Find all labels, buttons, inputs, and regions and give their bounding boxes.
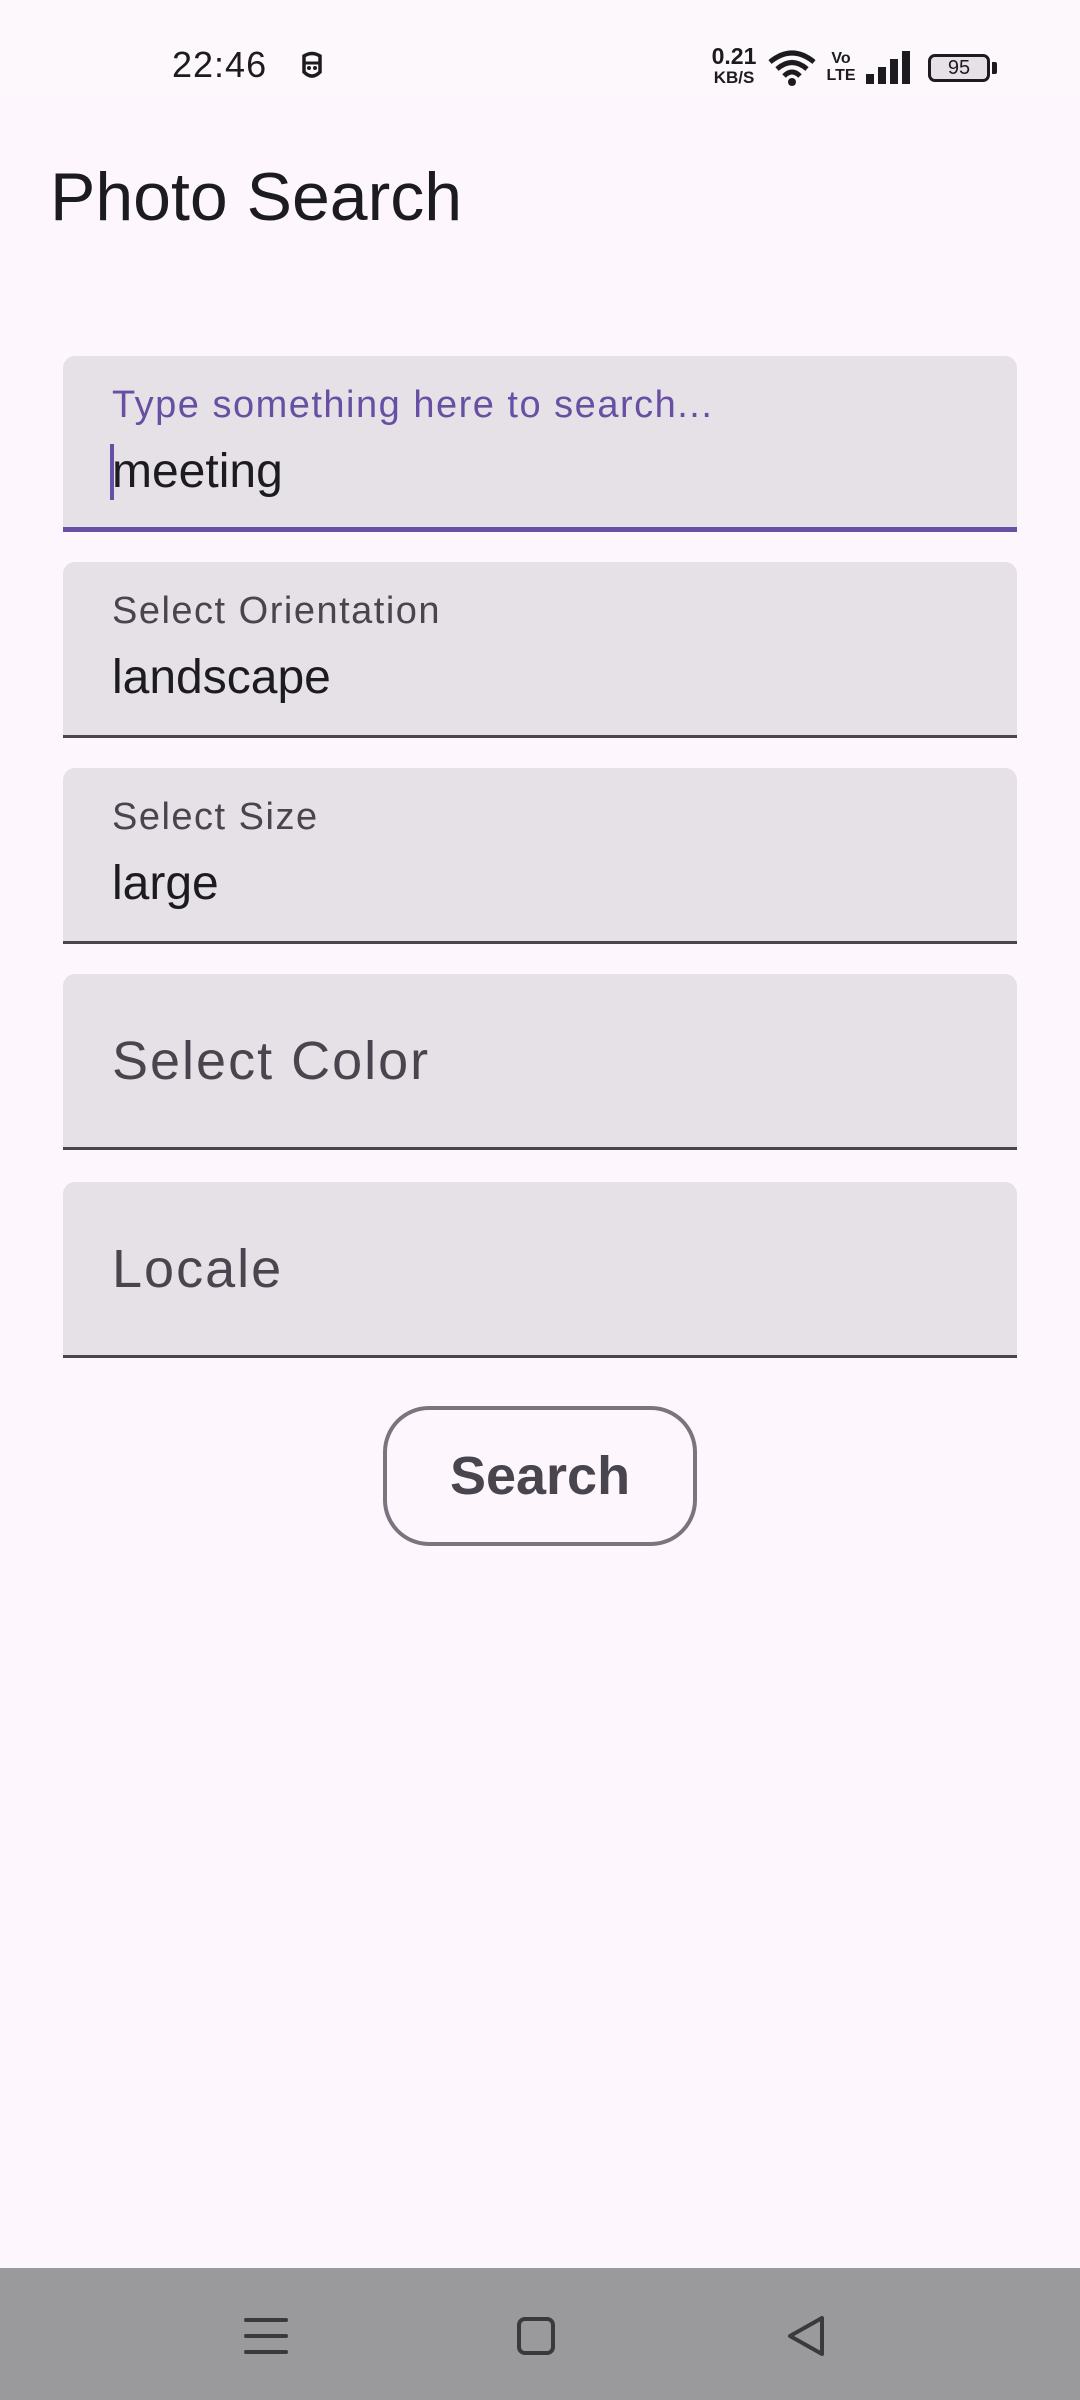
battery-tip	[992, 62, 997, 74]
orientation-dropdown[interactable]: Select Orientation landscape	[63, 562, 1017, 738]
volte-bottom: LTE	[826, 67, 856, 84]
volte-top: Vo	[831, 50, 851, 67]
page-title: Photo Search	[50, 159, 463, 235]
size-value: large	[112, 857, 219, 910]
volte-icon: Vo LTE	[826, 50, 856, 84]
home-icon[interactable]	[506, 2308, 566, 2364]
signal-icon	[864, 50, 914, 86]
search-button[interactable]: Search	[383, 1406, 697, 1546]
status-time: 22:46	[172, 44, 268, 85]
orientation-value: landscape	[112, 651, 331, 704]
color-dropdown[interactable]: Select Color	[63, 974, 1017, 1150]
search-field[interactable]: Type something here to search... meeting	[63, 356, 1017, 532]
color-label: Select Color	[112, 1031, 431, 1091]
locale-dropdown[interactable]: Locale	[63, 1182, 1017, 1358]
search-field-value[interactable]: meeting	[112, 444, 283, 499]
battery-icon: 95	[928, 54, 990, 82]
battery-level: 95	[947, 57, 971, 79]
status-bar: 22:46 0.21 KB/S Vo LTE 95	[0, 0, 1080, 98]
menu-icon[interactable]	[236, 2308, 296, 2364]
orientation-label: Select Orientation	[112, 590, 442, 632]
search-field-label: Type something here to search...	[112, 384, 714, 426]
wifi-icon	[768, 50, 816, 86]
locale-label: Locale	[112, 1239, 284, 1299]
network-speed: 0.21 KB/S	[708, 43, 760, 88]
back-icon[interactable]	[776, 2308, 836, 2364]
size-dropdown[interactable]: Select Size large	[63, 768, 1017, 944]
network-speed-unit: KB/S	[713, 68, 755, 87]
notification-icon	[298, 50, 326, 82]
system-nav-bar	[0, 2268, 1080, 2400]
network-speed-value: 0.21	[711, 43, 757, 69]
size-label: Select Size	[112, 796, 319, 838]
